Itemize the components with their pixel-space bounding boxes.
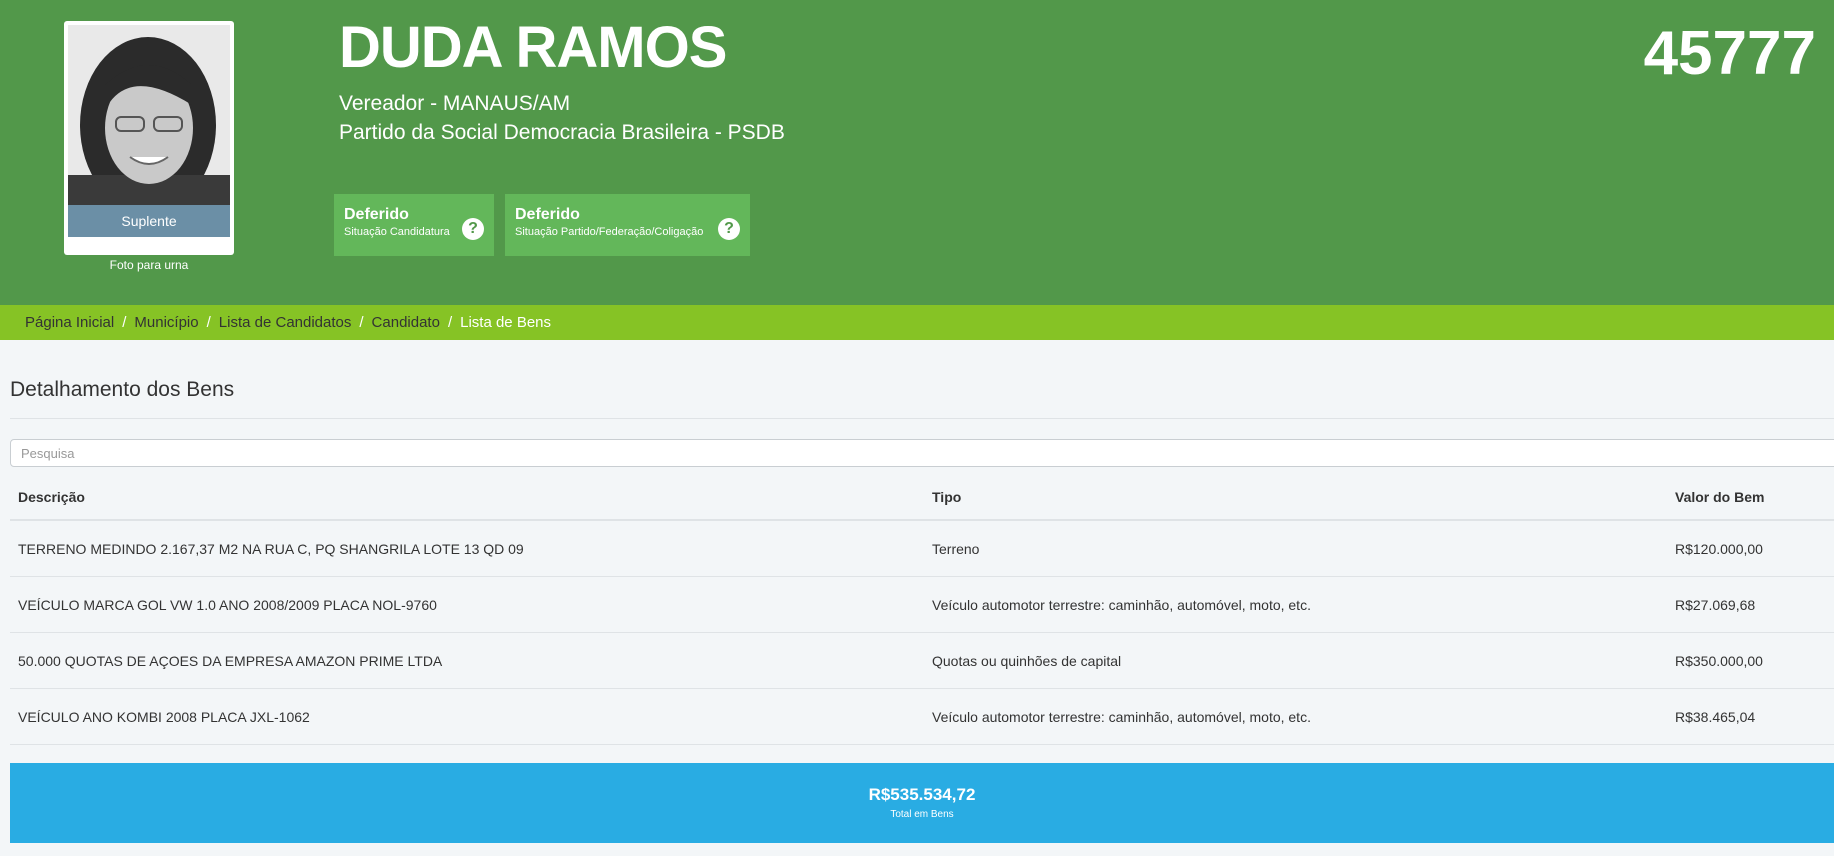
- cell-tipo: Veículo automotor terrestre: caminhão, a…: [924, 576, 1667, 633]
- badge-title: Deferido: [515, 206, 580, 223]
- candidate-photo-card: Suplente: [64, 21, 234, 255]
- column-header-descricao[interactable]: Descrição: [10, 475, 924, 521]
- breadcrumb-separator: /: [206, 314, 211, 331]
- candidate-number: 45777: [1643, 19, 1816, 88]
- cell-descricao: 50.000 QUOTAS DE AÇOES DA EMPRESA AMAZON…: [10, 632, 924, 689]
- breadcrumb-separator: /: [122, 314, 127, 331]
- cell-descricao: VEÍCULO MARCA GOL VW 1.0 ANO 2008/2009 P…: [10, 576, 924, 633]
- breadcrumb-candidato[interactable]: Candidato: [372, 314, 440, 331]
- candidate-status-label: Suplente: [68, 205, 230, 237]
- badge-subtitle: Situação Partido/Federação/Coligação: [515, 226, 704, 238]
- total-value: R$535.534,72: [868, 785, 976, 804]
- cell-valor: R$350.000,00: [1667, 632, 1834, 689]
- table-header-row: Descrição Tipo Valor do Bem: [10, 475, 1834, 521]
- candidate-role: Vereador - MANAUS/AM: [339, 92, 571, 115]
- candidate-header: Suplente Foto para urna DUDA RAMOS Verea…: [0, 0, 1834, 305]
- breadcrumb: Página Inicial / Município / Lista de Ca…: [0, 305, 1834, 340]
- help-icon[interactable]: ?: [718, 218, 740, 240]
- breadcrumb-municipio[interactable]: Município: [134, 314, 198, 331]
- cell-descricao: VEÍCULO ANO KOMBI 2008 PLACA JXL-1062: [10, 688, 924, 745]
- candidate-photo: [68, 25, 230, 205]
- breadcrumb-lista-bens: Lista de Bens: [460, 314, 552, 331]
- breadcrumb-separator: /: [359, 314, 364, 331]
- total-label: Total em Bens: [890, 809, 954, 820]
- breadcrumb-separator: /: [447, 314, 453, 331]
- table-row: VEÍCULO MARCA GOL VW 1.0 ANO 2008/2009 P…: [10, 576, 1834, 633]
- cell-descricao: TERRENO MEDINDO 2.167,37 M2 NA RUA C, PQ…: [10, 520, 924, 577]
- breadcrumb-home[interactable]: Página Inicial: [25, 314, 114, 331]
- main-content: Detalhamento dos Bens Descrição Tipo Val…: [0, 340, 1834, 843]
- table-row: VEÍCULO ANO KOMBI 2008 PLACA JXL-1062 Ve…: [10, 688, 1834, 745]
- status-badge-partido: Deferido Situação Partido/Federação/Coli…: [505, 194, 750, 256]
- total-assets-panel: R$535.534,72 Total em Bens: [10, 763, 1834, 843]
- cell-tipo: Veículo automotor terrestre: caminhão, a…: [924, 688, 1667, 745]
- assets-table: Descrição Tipo Valor do Bem TERRENO MEDI…: [10, 475, 1834, 745]
- cell-tipo: Terreno: [924, 520, 1667, 577]
- section-title: Detalhamento dos Bens: [10, 340, 1834, 419]
- photo-caption: Foto para urna: [109, 258, 189, 272]
- cell-valor: R$27.069,68: [1667, 576, 1834, 633]
- cell-tipo: Quotas ou quinhões de capital: [924, 632, 1667, 689]
- cell-valor: R$38.465,04: [1667, 688, 1834, 745]
- breadcrumb-lista-candidatos[interactable]: Lista de Candidatos: [219, 314, 352, 331]
- table-row: TERRENO MEDINDO 2.167,37 M2 NA RUA C, PQ…: [10, 520, 1834, 577]
- cell-valor: R$120.000,00: [1667, 520, 1834, 577]
- candidate-party: Partido da Social Democracia Brasileira …: [339, 121, 785, 144]
- help-icon[interactable]: ?: [462, 218, 484, 240]
- status-badge-candidatura: Deferido Situação Candidatura ?: [334, 194, 494, 256]
- candidate-name: DUDA RAMOS: [339, 15, 727, 80]
- table-row: 50.000 QUOTAS DE AÇOES DA EMPRESA AMAZON…: [10, 632, 1834, 689]
- badge-title: Deferido: [344, 206, 409, 223]
- column-header-tipo[interactable]: Tipo: [924, 475, 1667, 521]
- search-input[interactable]: [10, 439, 1834, 467]
- column-header-valor[interactable]: Valor do Bem: [1667, 475, 1834, 521]
